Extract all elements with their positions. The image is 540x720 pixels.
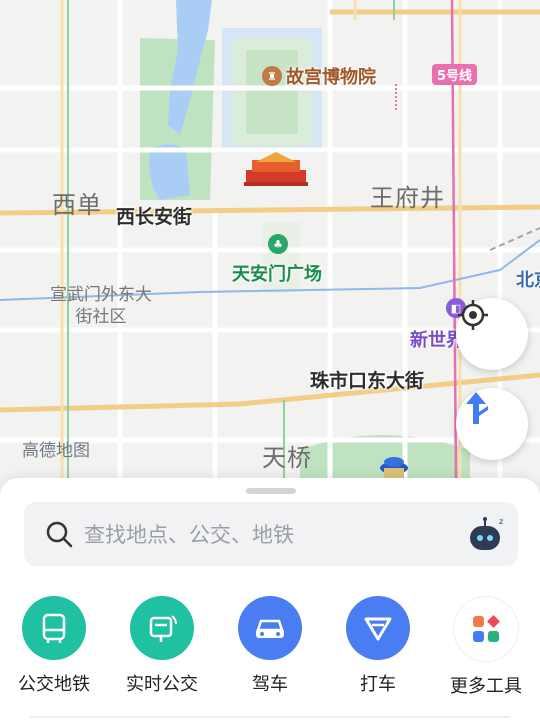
district-label-wangfujing: 王府井 bbox=[370, 184, 445, 212]
locate-icon bbox=[458, 300, 488, 330]
more-tools-icon bbox=[453, 596, 519, 662]
bus-icon bbox=[22, 596, 86, 660]
search-bar[interactable]: 查找地点、公交、地铁 z bbox=[24, 502, 518, 566]
locate-button[interactable] bbox=[456, 298, 528, 370]
tool-drive[interactable]: 驾车 bbox=[216, 596, 324, 698]
sheet-drag-handle[interactable] bbox=[246, 488, 296, 494]
car-icon bbox=[238, 596, 302, 660]
museum-pin-icon[interactable]: ♜ bbox=[262, 66, 282, 86]
metro-line-badge[interactable]: 5号线 bbox=[432, 64, 478, 85]
taxi-icon bbox=[346, 596, 410, 660]
poi-palace-museum[interactable]: 故宫博物院 bbox=[286, 63, 376, 89]
community-label: 宣武门外东大街社区 bbox=[50, 285, 152, 327]
poi-tiananmen-square[interactable]: 天安门广场 bbox=[232, 260, 322, 286]
voice-assistant-icon[interactable]: z bbox=[466, 514, 506, 554]
district-label-xidan: 西单 bbox=[52, 191, 102, 219]
road-label-xichanganjie: 西长安街 bbox=[116, 206, 193, 228]
tool-bus-metro[interactable]: 公交地铁 bbox=[0, 596, 108, 698]
road-label-zhushikou: 珠市口东大街 bbox=[310, 370, 425, 392]
tool-realtime-bus[interactable]: 实时公交 bbox=[108, 596, 216, 698]
poi-beijing-partial[interactable]: 北京 bbox=[516, 266, 540, 292]
tool-label: 打车 bbox=[360, 674, 396, 695]
svg-text:z: z bbox=[499, 517, 503, 526]
tool-label: 驾车 bbox=[252, 674, 288, 695]
park-pin-icon[interactable]: ♣ bbox=[268, 234, 288, 254]
district-label-tianqiao: 天桥 bbox=[262, 444, 312, 472]
realtime-bus-icon bbox=[130, 596, 194, 660]
tool-label: 更多工具 bbox=[450, 676, 522, 697]
navigate-button[interactable] bbox=[456, 388, 528, 460]
search-input[interactable]: 查找地点、公交、地铁 bbox=[84, 519, 466, 549]
tool-more[interactable]: 更多工具 bbox=[432, 596, 540, 698]
bottom-sheet: 查找地点、公交、地铁 z 公交地铁 实时公交 驾车 打车 更多工具 bbox=[0, 478, 540, 720]
tool-bar: 公交地铁 实时公交 驾车 打车 更多工具 bbox=[0, 596, 540, 698]
navigation-arrow-icon bbox=[466, 392, 488, 424]
tool-taxi[interactable]: 打车 bbox=[324, 596, 432, 698]
search-icon bbox=[46, 521, 73, 548]
map-watermark: 高德地图 bbox=[22, 441, 90, 461]
tool-label: 实时公交 bbox=[126, 674, 198, 695]
tool-label: 公交地铁 bbox=[18, 674, 90, 695]
divider bbox=[30, 716, 510, 718]
